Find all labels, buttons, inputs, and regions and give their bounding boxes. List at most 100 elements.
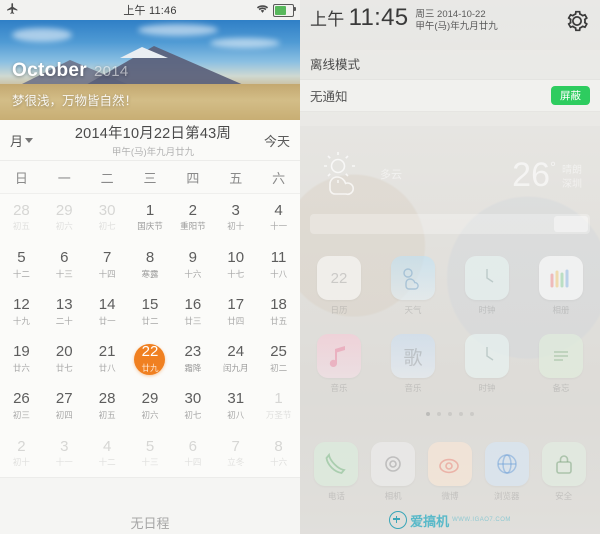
notification-text: 无通知 xyxy=(310,90,348,104)
calendar-day[interactable]: 29 初六 xyxy=(43,194,86,241)
calendar-day[interactable]: 21 廿八 xyxy=(86,336,129,383)
unlock-slider[interactable] xyxy=(310,214,590,234)
calendar-day[interactable]: 23 霜降 xyxy=(171,336,214,383)
calendar-day[interactable]: 30 初七 xyxy=(86,194,129,241)
calendar-day[interactable]: 28 初五 xyxy=(86,383,129,430)
calendar-day[interactable]: 1 万圣节 xyxy=(257,383,300,430)
app-notes[interactable]: 备忘 xyxy=(534,334,588,394)
calendar-day[interactable]: 10 十七 xyxy=(214,241,257,288)
calendar-day[interactable]: 5 十二 xyxy=(0,241,43,288)
app-row-2: 音乐歌音乐 时钟 备忘 xyxy=(312,334,588,394)
calendar-day[interactable]: 4 十一 xyxy=(257,194,300,241)
wifi-icon xyxy=(256,3,269,17)
calendar-day[interactable]: 7 立冬 xyxy=(214,430,257,477)
calendar-day[interactable]: 17 廿四 xyxy=(214,288,257,335)
calendar-day[interactable]: 2 重阳节 xyxy=(171,194,214,241)
weather-widget[interactable]: 多云 26 ° 晴朗 深圳 xyxy=(310,140,590,210)
weibo-icon[interactable] xyxy=(427,442,472,486)
calendar-day[interactable]: 11 十八 xyxy=(257,241,300,288)
calendar-day[interactable]: 31 初八 xyxy=(214,383,257,430)
calendar-day[interactable]: 29 初六 xyxy=(129,383,172,430)
screen-root: 上午 11:46 October 2014 梦很浅，万物皆自然！ 月 2014年… xyxy=(0,0,600,534)
today-button[interactable]: 今天 xyxy=(248,131,290,150)
calendar-day[interactable]: 6 十三 xyxy=(43,241,86,288)
app-weather[interactable]: 天气 xyxy=(386,256,440,316)
app-lock[interactable]: 安全 xyxy=(537,442,591,502)
clock-icon[interactable] xyxy=(465,334,509,378)
calendar-day[interactable]: 20 廿七 xyxy=(43,336,86,383)
calendar-day-lunar: 十一 xyxy=(270,221,288,232)
calendar-day-number: 1 xyxy=(274,390,283,408)
weather-icon[interactable] xyxy=(391,256,435,300)
photos-icon[interactable] xyxy=(539,256,583,300)
app-browser[interactable]: 浏览器 xyxy=(480,442,534,502)
weekday-fri: 五 xyxy=(229,171,243,186)
lock-icon[interactable] xyxy=(541,442,586,486)
app-clock[interactable]: 时钟 xyxy=(460,256,514,316)
calendar-day[interactable]: 2 初十 xyxy=(0,430,43,477)
calendar-day-lunar: 十一 xyxy=(55,457,73,468)
app-calendar[interactable]: 22 日历 xyxy=(312,256,366,316)
calendar-day[interactable]: 15 廿二 xyxy=(129,288,172,335)
calendar-day[interactable]: 3 十一 xyxy=(43,430,86,477)
calendar-icon[interactable]: 22 xyxy=(317,256,361,300)
weather-temp-block: 26 ° xyxy=(512,156,556,195)
calendar-day[interactable]: 24 闰九月 xyxy=(214,336,257,383)
app-label: 天气 xyxy=(404,305,422,315)
music-icon[interactable] xyxy=(317,334,361,378)
battery-icon xyxy=(273,3,296,17)
calendar-day[interactable]: 28 初五 xyxy=(0,194,43,241)
camera-icon[interactable] xyxy=(371,442,416,486)
calendar-app-panel: 上午 11:46 October 2014 梦很浅，万物皆自然！ 月 2014年… xyxy=(0,0,300,534)
calendar-day[interactable]: 4 十二 xyxy=(86,430,129,477)
unlock-slider-knob[interactable] xyxy=(554,216,588,232)
calendar-day[interactable]: 7 十四 xyxy=(86,241,129,288)
calendar-day[interactable]: 8 寒露 xyxy=(129,241,172,288)
song-icon[interactable]: 歌 xyxy=(391,334,435,378)
calendar-day[interactable]: 18 廿五 xyxy=(257,288,300,335)
calendar-day[interactable]: 9 十六 xyxy=(171,241,214,288)
calendar-day-selected[interactable]: 22 廿九 xyxy=(129,336,172,383)
watermark-sub: WWW.IGAO7.COM xyxy=(452,517,511,523)
weather-extra: 晴朗 深圳 xyxy=(562,164,590,193)
app-phone[interactable]: 电话 xyxy=(309,442,363,502)
calendar-day-lunar: 初四 xyxy=(55,410,73,421)
calendar-day[interactable]: 26 初三 xyxy=(0,383,43,430)
calendar-day[interactable]: 5 十三 xyxy=(129,430,172,477)
weekday-sun: 日 xyxy=(14,171,28,186)
block-badge[interactable]: 屏蔽 xyxy=(551,86,590,105)
app-music[interactable]: 音乐 xyxy=(312,334,366,394)
app-weibo[interactable]: 微博 xyxy=(423,442,477,502)
calendar-day-number: 29 xyxy=(55,201,73,219)
page-dot xyxy=(448,412,452,416)
weekday-header: 日 一 二 三 四 五 六 xyxy=(0,161,300,194)
calendar-day[interactable]: 14 廿一 xyxy=(86,288,129,335)
clock-icon[interactable] xyxy=(465,256,509,300)
app-photos[interactable]: 相册 xyxy=(534,256,588,316)
calendar-day[interactable]: 25 初二 xyxy=(257,336,300,383)
calendar-day[interactable]: 8 十六 xyxy=(257,430,300,477)
calendar-day[interactable]: 3 初十 xyxy=(214,194,257,241)
calendar-day[interactable]: 6 十四 xyxy=(171,430,214,477)
app-camera[interactable]: 相机 xyxy=(366,442,420,502)
calendar-day[interactable]: 16 廿三 xyxy=(171,288,214,335)
calendar-day-number: 7 xyxy=(231,437,240,455)
calendar-day[interactable]: 30 初七 xyxy=(171,383,214,430)
calendar-day-lunar: 霜降 xyxy=(184,362,202,373)
lockscreen-lunar: 甲午(马)年九月廿九 xyxy=(415,20,498,32)
phone-icon[interactable] xyxy=(314,442,359,486)
calendar-day-lunar: 十三 xyxy=(141,457,159,468)
gear-icon[interactable] xyxy=(564,8,590,39)
app-song[interactable]: 歌音乐 xyxy=(386,334,440,394)
calendar-day[interactable]: 12 十九 xyxy=(0,288,43,335)
month-view-selector[interactable]: 月 xyxy=(10,131,58,150)
calendar-day[interactable]: 13 二十 xyxy=(43,288,86,335)
notification-row[interactable]: 无通知 屏蔽 xyxy=(300,79,600,111)
calendar-day[interactable]: 27 初四 xyxy=(43,383,86,430)
app-clock[interactable]: 时钟 xyxy=(460,334,514,394)
calendar-day[interactable]: 1 国庆节 xyxy=(129,194,172,241)
notes-icon[interactable] xyxy=(539,334,583,378)
browser-icon[interactable] xyxy=(484,442,529,486)
calendar-day[interactable]: 19 廿六 xyxy=(0,336,43,383)
calendar-day-lunar: 十七 xyxy=(227,268,245,279)
